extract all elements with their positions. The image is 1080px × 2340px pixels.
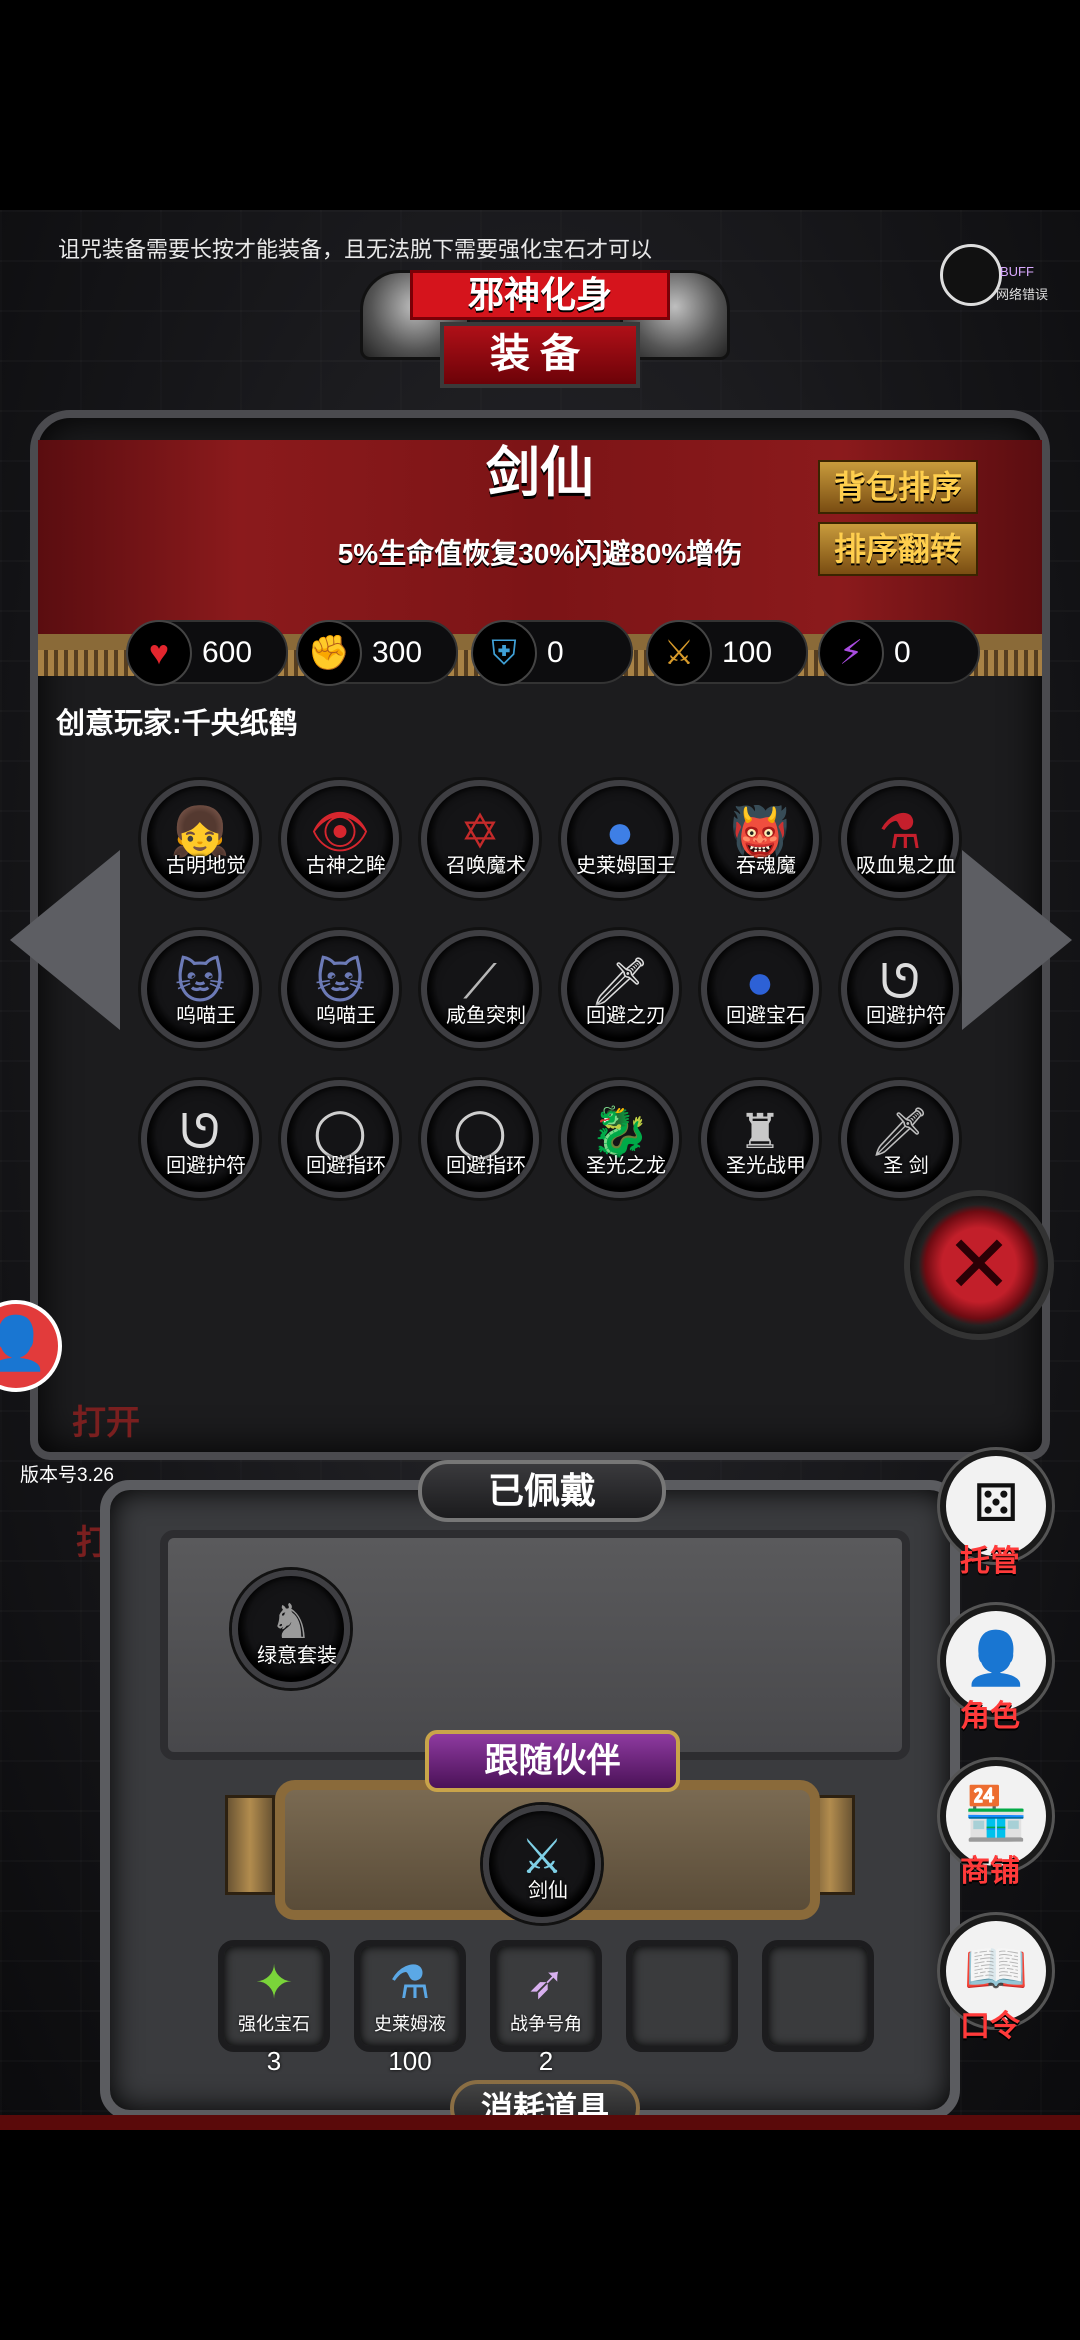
consumable-slot[interactable]: ✦ 强化宝石 3 [218,1940,330,2076]
item-label: 回避护符 [866,1005,946,1027]
stat-value: 0 [894,636,911,669]
item-label: 回避宝石 [726,1005,806,1027]
inventory-slot[interactable]: 🐱 呜喵王 [141,930,259,1048]
consumable-count: 2 [538,2046,554,2076]
background-text: 打开 [72,1404,140,1442]
consumable-label: 战争号角 [510,2014,582,2034]
stat-value: 100 [722,636,773,669]
inventory-slot[interactable]: ● 史莱姆国王 [561,780,679,898]
pillar-left [225,1795,275,1895]
player-name: 创意玩家:千央纸鹤 [56,708,298,740]
inventory-slot[interactable]: 🐱 呜喵王 [281,930,399,1048]
consumable-icon: ⚗ [389,1956,431,2008]
sort-bag-button[interactable]: 背包排序 [818,460,978,514]
inventory-slot[interactable]: 🗡 圣 剑 [841,1080,959,1198]
menu-label: 口令 [960,2010,1020,2043]
item-label: 呜喵王 [176,1005,236,1027]
item-label: 圣 剑 [883,1155,929,1177]
game-screen: 诅咒装备需要长按才能装备，且无法脱下需要强化宝石才可以 BUFF 网络错误 邪神… [0,210,1080,2130]
item-label: 咸鱼突刺 [446,1005,526,1027]
consumable-slot[interactable]: ➶ 战争号角 2 [490,1940,602,2076]
consumable-icon: ✦ [254,1956,294,2008]
buff-indicator[interactable]: BUFF 网络错误 [940,244,1050,324]
consumable-label: 史莱姆液 [374,2014,446,2034]
inventory-slot[interactable]: 👹 吞魂魔 [701,780,819,898]
code-book-icon: 📖 [963,1940,1029,1998]
shop-icon: 🏪 [963,1785,1029,1843]
menu-label: 商铺 [960,1855,1020,1888]
inventory-slot[interactable]: ♜ 圣光战甲 [701,1080,819,1198]
inventory-slot[interactable]: ✡ 召唤魔术 [421,780,539,898]
user-icon: 👤 [0,1315,49,1373]
lightning-icon: ⚡ [818,620,884,686]
stat-value: 600 [202,636,253,669]
network-error-label: 网络错误 [996,287,1049,302]
item-label: 回避指环 [306,1155,386,1177]
inventory-slot[interactable]: ◯ 回避指环 [281,1080,399,1198]
heart-icon: ♥ [126,620,192,686]
item-label: 古神之眸 [306,855,386,877]
stat-pill: ⚔ 100 [646,620,808,686]
strength-icon: ✊ [296,620,362,686]
title-banner: 邪神化身 [410,270,670,320]
item-label: 吞魂魔 [736,855,796,877]
follow-title: 跟随伙伴 [425,1730,680,1792]
item-label: 回避护符 [166,1155,246,1177]
item-label: 回避指环 [446,1155,526,1177]
stat-pill: ⚡ 0 [818,620,980,686]
worn-slot[interactable]: ♞ 绿意套装 [232,1570,350,1688]
item-label: 圣光之龙 [586,1155,666,1177]
sword-icon: ⚔ [646,620,712,686]
dice-icon: ⚄ [973,1475,1019,1533]
version-label: 版本号3.26 [20,1465,114,1486]
inventory-slot[interactable]: 🐉 圣光之龙 [561,1080,679,1198]
close-icon: ✕ [945,1220,1013,1309]
inventory-slot[interactable]: ⚗ 吸血鬼之血 [841,780,959,898]
tip-text: 诅咒装备需要长按才能装备，且无法脱下需要强化宝石才可以 [58,237,653,262]
item-label: 召唤魔术 [446,855,526,877]
menu-label: 角色 [960,1700,1020,1733]
consumable-slot[interactable]: ⚗ 史莱姆液 100 [354,1940,466,2076]
inventory-slot[interactable]: ᘎ 回避护符 [841,930,959,1048]
consumable-icon: ➶ [526,1956,566,2008]
buff-label: BUFF [1000,264,1034,279]
item-label: 吸血鬼之血 [856,855,956,877]
item-label: 呜喵王 [316,1005,376,1027]
stat-pill: ♥ 600 [126,620,288,686]
equipment-title: 装备 [440,322,640,388]
close-button[interactable]: ✕ [904,1190,1054,1340]
inventory-slot[interactable]: 👧 古明地觉 [141,780,259,898]
inventory-slot[interactable]: ⟋ 咸鱼突刺 [421,930,539,1048]
inventory-slot[interactable]: ᘎ 回避护符 [141,1080,259,1198]
armor-icon: ⛨ [471,620,537,686]
follow-item-label: 剑仙 [528,1880,568,1902]
stat-pill: ⛨ 0 [471,620,633,686]
stat-pill: ✊ 300 [296,620,458,686]
item-label: 圣光战甲 [726,1155,806,1177]
inventory-slot[interactable]: 🗡 回避之刃 [561,930,679,1048]
item-label: 史莱姆国王 [576,855,676,877]
sort-flip-button[interactable]: 排序翻转 [818,522,978,576]
item-label: 回避之刃 [586,1005,666,1027]
menu-label: 托管 [960,1545,1020,1578]
character-icon: 👤 [963,1630,1029,1688]
follow-slot[interactable]: ⚔ 剑仙 [483,1805,601,1923]
inventory-slot[interactable]: ◯ 回避指环 [421,1080,539,1198]
buff-icon [940,244,1002,306]
consumable-label: 强化宝石 [238,2014,310,2034]
stat-value: 300 [372,636,423,669]
empty-slot[interactable] [762,1940,874,2052]
consumable-count: 100 [388,2046,432,2076]
inventory-slot[interactable]: 👁 古神之眸 [281,780,399,898]
empty-slot[interactable] [626,1940,738,2052]
prev-page-arrow[interactable] [10,850,120,1030]
item-label: 古明地觉 [166,855,246,877]
inventory-slot[interactable]: ● 回避宝石 [701,930,819,1048]
consumable-count: 3 [266,2046,282,2076]
stat-value: 0 [547,636,564,669]
worn-title: 已佩戴 [418,1460,666,1522]
bottom-bar [0,2115,1080,2130]
worn-item-label: 绿意套装 [257,1645,337,1667]
